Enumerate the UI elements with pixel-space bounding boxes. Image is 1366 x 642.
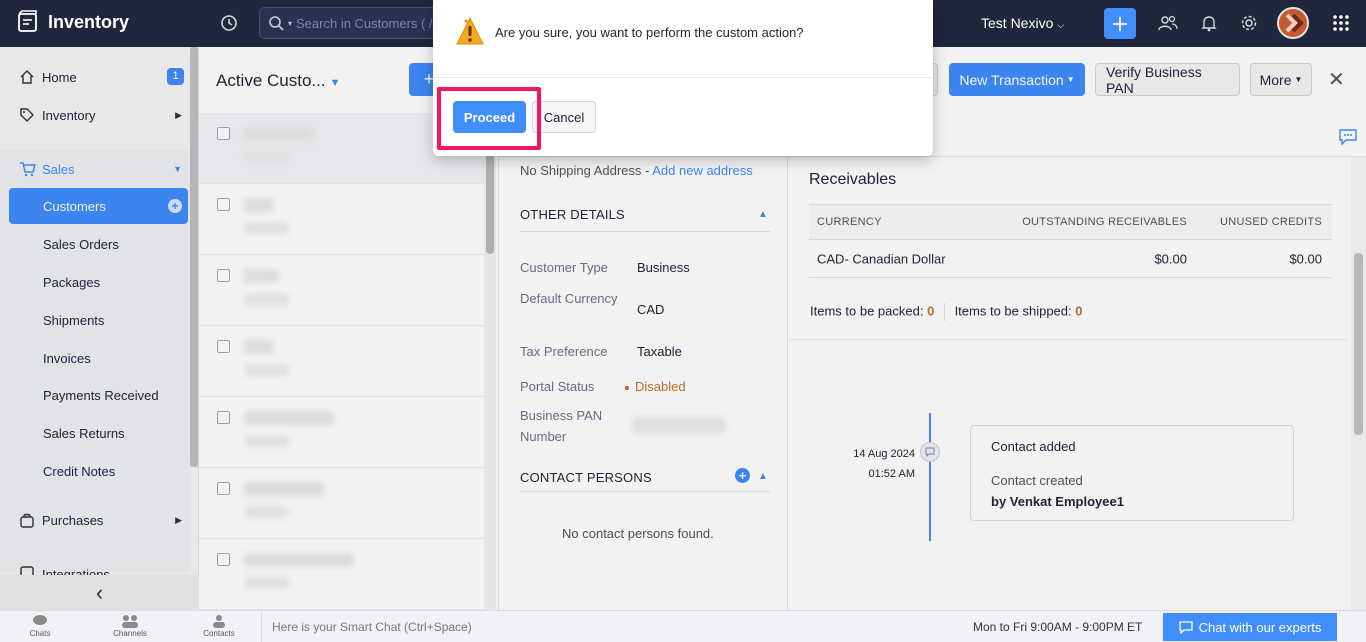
search-box[interactable]: ▾ — [259, 7, 449, 39]
chats-button[interactable]: Chats — [10, 613, 70, 638]
avatar-chevron-icon — [1285, 13, 1304, 33]
users-icon[interactable] — [1156, 11, 1180, 35]
dialog-message: Are you sure, you want to perform the cu… — [495, 25, 804, 40]
search-input[interactable] — [296, 15, 437, 31]
org-name: Test Nexivo — [981, 15, 1054, 31]
warning-icon — [456, 16, 484, 45]
search-filter-chevron-icon[interactable]: ▾ — [288, 19, 292, 28]
channels-button[interactable]: Channels — [100, 613, 160, 638]
quick-create-button[interactable] — [1104, 8, 1136, 39]
chat-bubble-icon — [33, 615, 47, 625]
app-logo[interactable]: Inventory — [16, 10, 129, 34]
chats-label: Chats — [29, 629, 51, 638]
chat-with-experts-label: Chat with our experts — [1198, 619, 1322, 635]
group-icon — [122, 615, 138, 628]
user-avatar[interactable] — [1277, 7, 1309, 39]
recent-history-icon[interactable] — [217, 11, 241, 35]
contacts-button[interactable]: Contacts — [189, 613, 249, 638]
chevron-down-icon: ⌵ — [1057, 20, 1065, 30]
settings-gear-icon[interactable] — [1237, 11, 1261, 35]
dialog-divider — [433, 77, 933, 78]
support-hours: Mon to Fri 9:00AM - 9:00PM ET — [973, 620, 1143, 634]
inventory-logo-icon — [18, 10, 37, 32]
bottom-bar: Chats Channels Contacts Here is your Sma… — [0, 610, 1366, 642]
focus-highlight — [437, 87, 541, 150]
search-icon — [269, 16, 284, 31]
smart-chat-placeholder: Here is your Smart Chat (Ctrl+Space) — [272, 620, 472, 634]
person-icon — [213, 615, 225, 628]
app-grid-icon[interactable] — [1329, 11, 1353, 35]
plus-icon — [1113, 16, 1127, 31]
channels-label: Channels — [113, 629, 147, 638]
contacts-label: Contacts — [203, 629, 235, 638]
cancel-button[interactable]: Cancel — [532, 101, 596, 133]
smart-chat-input[interactable]: Here is your Smart Chat (Ctrl+Space) — [261, 611, 761, 642]
org-switcher[interactable]: Test Nexivo ⌵ — [981, 15, 1064, 31]
app-name: Inventory — [48, 11, 130, 32]
notifications-bell-icon[interactable] — [1197, 11, 1221, 35]
chat-icon — [1178, 620, 1193, 634]
chat-with-experts-button[interactable]: Chat with our experts — [1163, 613, 1337, 641]
